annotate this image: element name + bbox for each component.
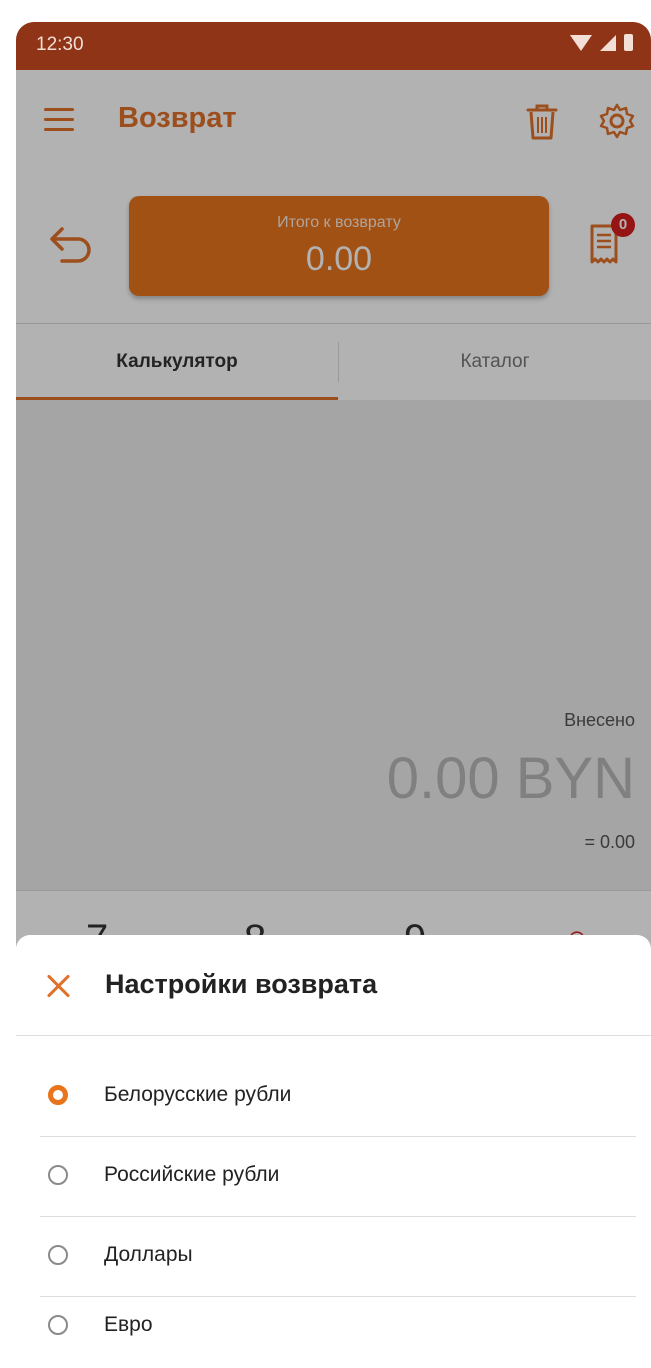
signal-icon [600,34,616,51]
option-usd[interactable]: Доллары [40,1217,636,1297]
status-bar: 12:30 [16,22,651,70]
option-byn[interactable]: Белорусские рубли [40,1057,636,1137]
phone-screen: 12:30 Возврат Итого к возврату 0.00 0 Ка… [16,22,651,1368]
radio-icon[interactable] [48,1245,68,1265]
sheet-header: Настройки возврата [16,935,651,1036]
status-time: 12:30 [36,34,84,55]
wifi-icon [570,34,592,51]
sheet-title: Настройки возврата [105,969,378,999]
close-icon[interactable] [46,973,72,999]
option-label: Евро [104,1313,153,1336]
radio-selected-icon[interactable] [48,1085,68,1105]
option-eur[interactable]: Евро [40,1287,636,1367]
option-label: Доллары [104,1243,193,1266]
option-label: Белорусские рубли [104,1083,292,1106]
radio-icon[interactable] [48,1165,68,1185]
option-label: Российские рубли [104,1163,280,1186]
return-settings-sheet: Настройки возврата Белорусские рубли Рос… [16,935,651,1368]
battery-icon [624,34,633,51]
status-icons [570,34,633,51]
radio-icon[interactable] [48,1315,68,1335]
option-rub[interactable]: Российские рубли [40,1137,636,1217]
